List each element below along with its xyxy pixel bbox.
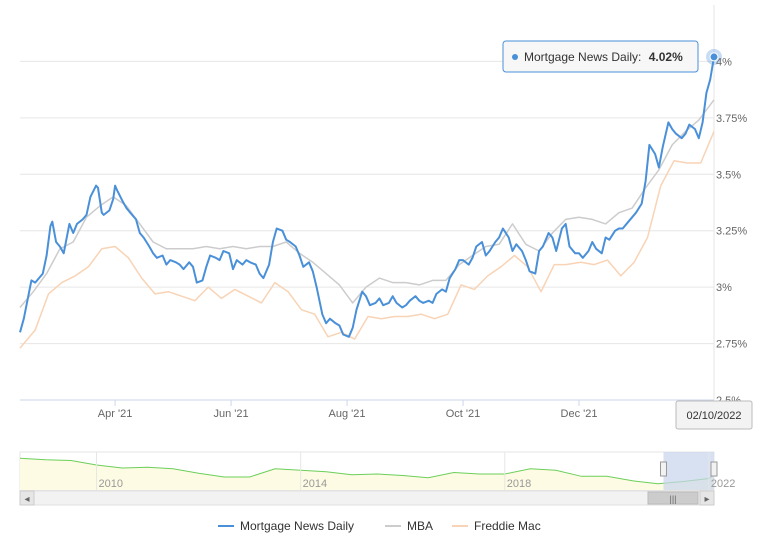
crosshair-date-label: 02/10/2022 — [675, 400, 753, 430]
tooltip-series-label: Mortgage News Daily: — [524, 50, 641, 64]
y-axis: 2.5%2.75%3%3.25%3.5%3.75%4% — [716, 56, 747, 407]
plot-area[interactable] — [19, 48, 722, 349]
navigator-year-label: 2010 — [99, 478, 123, 490]
y-tick-label: 3% — [716, 282, 732, 294]
x-tick-label: Dec '21 — [561, 408, 598, 420]
tooltip-value: 4.02% — [649, 50, 683, 64]
legend[interactable]: Mortgage News Daily MBA Freddie Mac — [218, 519, 541, 533]
navigator-handle-left — [659, 461, 667, 477]
scrollbar[interactable]: ◂ ▸ ||| — [19, 490, 715, 506]
legend-item-mortgage-news-daily: Mortgage News Daily — [240, 519, 354, 533]
x-tick-label: Jun '21 — [213, 408, 248, 420]
navigator[interactable] — [19, 451, 718, 491]
scrollbar-grip-icon: ||| — [669, 494, 676, 504]
tooltip-series-dot — [512, 54, 518, 60]
legend-item-freddie-mac: Freddie Mac — [474, 519, 541, 533]
y-tick-label: 3.25% — [716, 226, 747, 238]
navigator-year-label: 2018 — [507, 478, 531, 490]
crosshair-date-text: 02/10/2022 — [686, 410, 741, 422]
x-tick-label: Aug '21 — [329, 408, 366, 420]
y-tick-label: 2.75% — [716, 339, 747, 351]
y-tick-label: 3.75% — [716, 113, 747, 125]
mortgage-rate-chart: 2.5%2.75%3%3.25%3.5%3.75%4% Apr '21Jun '… — [19, 5, 753, 533]
x-axis: Apr '21Jun '21Aug '21Oct '21Dec '21Fe — [98, 400, 703, 420]
series-line-mortgage-news-daily — [19, 56, 715, 338]
navigator-selection — [663, 452, 714, 490]
scrollbar-track[interactable] — [19, 490, 715, 506]
navigator-year-label: 2014 — [303, 478, 327, 490]
navigator-handle-right — [710, 461, 718, 477]
scrollbar-left-arrow-icon: ◂ — [24, 494, 29, 505]
legend-item-mba: MBA — [407, 519, 433, 533]
x-tick-label: Oct '21 — [446, 408, 481, 420]
navigator-year-label: 2022 — [711, 478, 735, 490]
x-tick-label: Apr '21 — [98, 408, 133, 420]
y-tick-label: 4% — [716, 56, 732, 68]
y-tick-label: 3.5% — [716, 169, 741, 181]
scrollbar-right-arrow-icon: ▸ — [704, 494, 709, 505]
tooltip: Mortgage News Daily: 4.02% — [502, 40, 699, 73]
svg-text:Mortgage News Daily: 4.0: Mortgage News Daily: 4.02% — [524, 50, 683, 64]
